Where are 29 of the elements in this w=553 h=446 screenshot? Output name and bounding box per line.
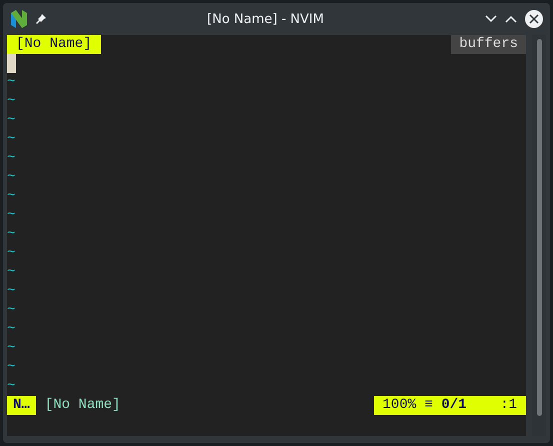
buffers-label: buffers: [451, 35, 526, 54]
empty-line-marker: ~: [7, 244, 16, 263]
empty-line-marker: ~: [7, 206, 16, 225]
empty-line-marker: ~: [7, 377, 16, 396]
window-title: [No Name] - NVIM: [206, 12, 325, 26]
empty-line-marker: ~: [7, 263, 16, 282]
empty-line-marker: ~: [7, 168, 16, 187]
empty-line-marker: ~: [7, 73, 16, 92]
minimize-icon[interactable]: [484, 14, 498, 24]
close-icon[interactable]: [524, 9, 544, 29]
empty-line-marker: ~: [7, 111, 16, 130]
empty-line-marker: ~: [7, 339, 16, 358]
buffer-tab[interactable]: [No Name]: [7, 35, 101, 54]
empty-line-marker: ~: [7, 225, 16, 244]
maximize-icon[interactable]: [504, 14, 518, 24]
scrollbar[interactable]: [532, 35, 546, 436]
empty-line-marker: ~: [7, 358, 16, 377]
empty-line-marker: ~: [7, 149, 16, 168]
empty-line-marker: ~: [7, 320, 16, 339]
empty-line-marker: ~: [7, 187, 16, 206]
pin-icon[interactable]: [35, 13, 47, 25]
empty-line-marker: ~: [7, 301, 16, 320]
app-logo-icon: [9, 9, 29, 29]
empty-line-marker: ~: [7, 92, 16, 111]
empty-line-marker: ~: [7, 282, 16, 301]
position-info: 100% ≡ 0/1 :1: [374, 396, 526, 415]
empty-line-marker: ~: [7, 130, 16, 149]
mode-indicator: N…: [7, 396, 36, 415]
file-name: [No Name]: [44, 396, 120, 415]
